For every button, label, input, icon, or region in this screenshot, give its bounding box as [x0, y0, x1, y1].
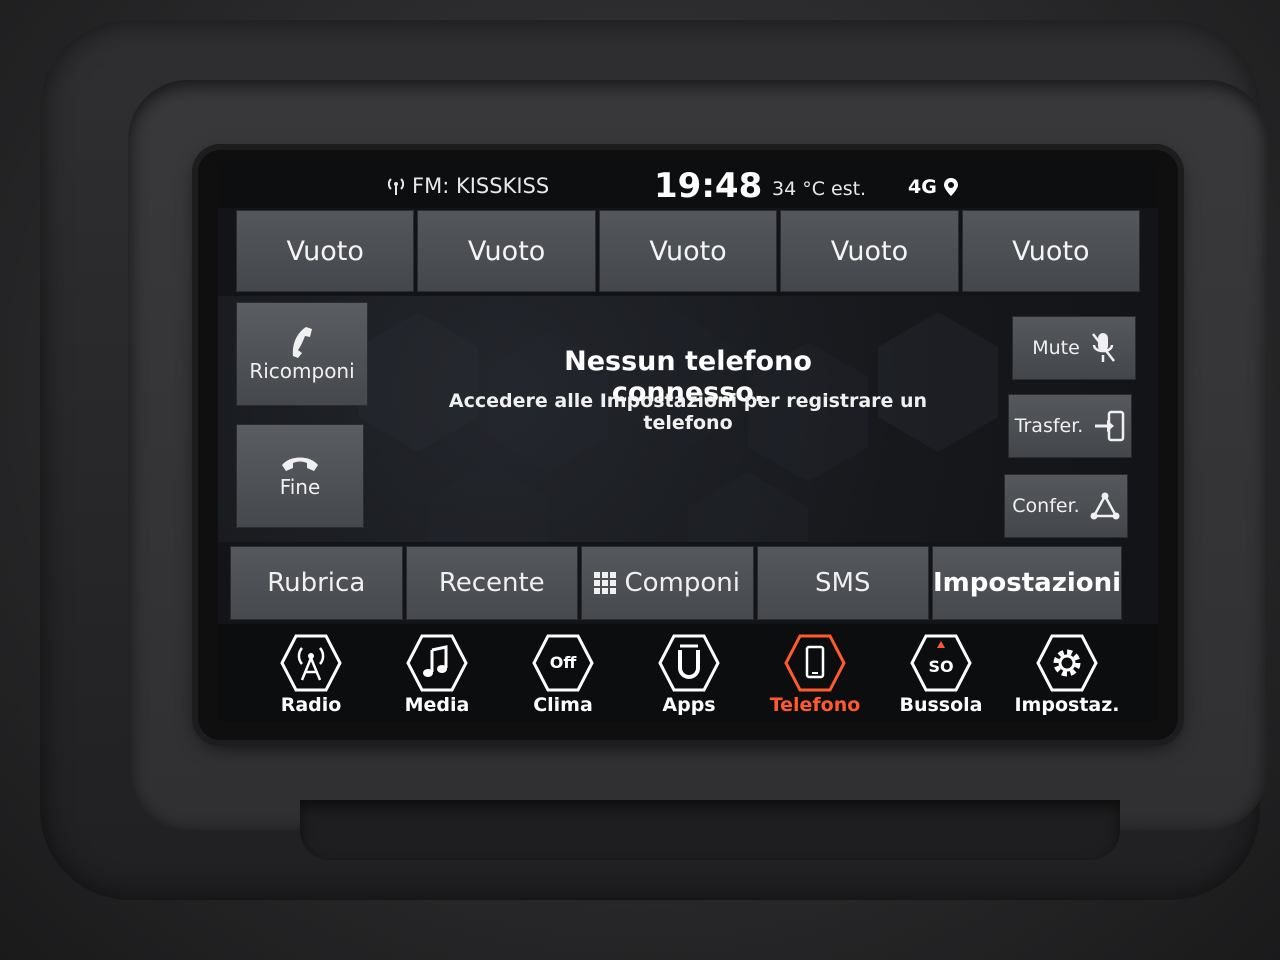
- nav-clima[interactable]: Off Clima: [500, 624, 626, 722]
- favorite-slot-3[interactable]: Vuoto: [598, 210, 778, 292]
- redial-button[interactable]: Ricomponi: [236, 302, 368, 406]
- music-note-icon: [406, 634, 468, 692]
- nav-clima-label: Clima: [533, 694, 593, 716]
- transfer-to-phone-icon: [1095, 410, 1125, 442]
- radio-tower-icon: [280, 634, 342, 692]
- nav-telefono[interactable]: Telefono: [752, 624, 878, 722]
- clock: 19:48: [654, 166, 763, 206]
- bezel-lip: [300, 800, 1120, 860]
- nav-impostazioni-label: Impostaz.: [1014, 694, 1120, 716]
- status-radio[interactable]: FM: KISSKISS: [386, 174, 549, 198]
- hang-up-icon: [282, 457, 318, 471]
- gear-icon: [1036, 634, 1098, 692]
- conference-icon: [1090, 492, 1120, 520]
- network-label: 4G: [908, 176, 937, 198]
- nav-bussola[interactable]: SO Bussola: [878, 624, 1004, 722]
- tab-sms[interactable]: SMS: [756, 546, 929, 620]
- conference-button[interactable]: Confer.: [1004, 474, 1128, 538]
- climate-off-icon: Off: [532, 634, 594, 692]
- nav-media-label: Media: [404, 694, 470, 716]
- tab-recente[interactable]: Recente: [405, 546, 578, 620]
- redial-label: Ricomponi: [249, 359, 355, 383]
- nav-media[interactable]: Media: [374, 624, 500, 722]
- compass-direction-badge: SO: [928, 657, 953, 676]
- transfer-button[interactable]: Trasfer.: [1008, 394, 1132, 458]
- favorite-slot-5[interactable]: Vuoto: [961, 210, 1141, 292]
- favorite-slot-1[interactable]: Vuoto: [236, 210, 415, 292]
- no-phone-subtitle: Accedere alle Impostazioni per registrar…: [448, 390, 928, 434]
- tab-rubrica[interactable]: Rubrica: [230, 546, 403, 620]
- nav-apps-label: Apps: [662, 694, 716, 716]
- smartphone-icon: [784, 634, 846, 692]
- end-call-label: Fine: [279, 475, 321, 499]
- keypad-icon: [594, 572, 617, 594]
- nav-radio-label: Radio: [280, 694, 342, 716]
- conference-label: Confer.: [1012, 495, 1080, 517]
- network-status: 4G: [908, 176, 959, 198]
- status-bar: FM: KISSKISS 19:48 34 °C est. 4G: [218, 162, 1158, 208]
- compass-icon: SO: [910, 634, 972, 692]
- transfer-label: Trasfer.: [1014, 415, 1084, 437]
- apps-icon: [658, 634, 720, 692]
- tab-impostazioni[interactable]: Impostazioni: [932, 546, 1123, 620]
- phone-tabs-row: Rubrica Recente Componi SMS Impostazioni: [230, 546, 1123, 620]
- mute-button[interactable]: Mute: [1012, 316, 1136, 380]
- nav-apps[interactable]: Apps: [626, 624, 752, 722]
- nav-radio[interactable]: Radio: [248, 624, 374, 722]
- tab-componi-label: Componi: [624, 568, 740, 598]
- favorite-slot-2[interactable]: Vuoto: [417, 210, 596, 292]
- tab-componi[interactable]: Componi: [581, 546, 754, 620]
- microphone-muted-icon: [1091, 333, 1115, 362]
- nav-telefono-label: Telefono: [769, 694, 861, 716]
- radio-signal-icon: [387, 178, 405, 195]
- favorites-row: Vuoto Vuoto Vuoto Vuoto Vuoto: [236, 210, 1141, 292]
- clima-off-badge: Off: [550, 653, 578, 672]
- phone-handset-icon: [292, 327, 312, 358]
- favorite-slot-4[interactable]: Vuoto: [780, 210, 959, 292]
- end-call-button[interactable]: Fine: [236, 424, 364, 528]
- location-pin-icon: [943, 178, 958, 196]
- nav-impostazioni[interactable]: Impostaz.: [1004, 624, 1130, 722]
- outside-temperature: 34 °C est.: [772, 178, 867, 200]
- mute-label: Mute: [1032, 337, 1080, 359]
- radio-station-label: FM: KISSKISS: [412, 174, 550, 198]
- nav-bussola-label: Bussola: [899, 694, 983, 716]
- main-nav-bar: Radio Media Off Clima Apps Telefono SO B…: [218, 624, 1158, 722]
- infotainment-screen: FM: KISSKISS 19:48 34 °C est. 4G Vuoto V…: [218, 162, 1158, 722]
